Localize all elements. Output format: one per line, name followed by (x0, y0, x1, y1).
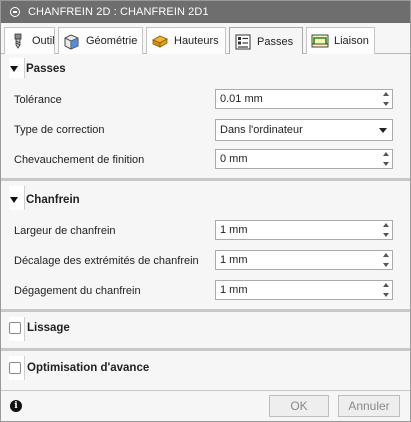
spin-up-icon[interactable] (382, 152, 389, 156)
chamfer-width-value: 1 mm (220, 224, 248, 236)
tab-liaison[interactable]: Liaison (306, 27, 375, 54)
overlap-label: Chevauchement de finition (14, 154, 145, 166)
ok-button[interactable]: OK (269, 395, 329, 417)
tip-offset-input[interactable]: 1 mm (215, 250, 393, 270)
tolerance-input[interactable]: 0.01 mm (215, 89, 393, 109)
tip-offset-value: 1 mm (220, 254, 248, 266)
feed-optimization-checkbox[interactable] (9, 362, 21, 374)
overlap-value: 0 mm (220, 153, 248, 165)
group-chamfer-header[interactable]: Chanfrein (9, 194, 80, 206)
linking-icon (311, 32, 329, 50)
tab-passes[interactable]: Passes (229, 27, 303, 55)
tab-hauteurs[interactable]: Hauteurs (146, 27, 226, 54)
group-title: Optimisation d'avance (27, 362, 150, 374)
correction-value: Dans l'ordinateur (220, 124, 303, 136)
tab-geometrie[interactable]: Géométrie (58, 27, 143, 54)
tab-label: Passes (257, 35, 294, 48)
info-icon[interactable]: i (10, 400, 22, 412)
spin-down-icon[interactable] (382, 162, 389, 166)
chamfer-width-label: Largeur de chanfrein (14, 225, 116, 237)
clearance-value: 1 mm (220, 284, 248, 296)
spin-down-icon[interactable] (382, 293, 389, 297)
tolerance-label: Tolérance (14, 94, 62, 106)
tolerance-spinner[interactable] (380, 90, 391, 108)
tab-label: Hauteurs (174, 35, 219, 47)
tab-label: Liaison (334, 35, 369, 47)
cancel-button[interactable]: Annuler (338, 395, 400, 417)
overlap-input[interactable]: 0 mm (215, 149, 393, 169)
dialog-title: CHANFREIN 2D : CHANFREIN 2D1 (28, 6, 209, 18)
clearance-input[interactable]: 1 mm (215, 280, 393, 300)
group-passes-header[interactable]: Passes (9, 63, 66, 75)
dropdown-arrow-icon[interactable] (379, 127, 387, 133)
chamfer-width-input[interactable]: 1 mm (215, 220, 393, 240)
spin-up-icon[interactable] (382, 253, 389, 257)
chamfer-width-spinner[interactable] (380, 221, 391, 239)
collapse-triangle-icon[interactable] (10, 66, 18, 72)
tip-offset-label: Décalage des extrémités de chanfrein (14, 255, 199, 267)
dialog: CHANFREIN 2D : CHANFREIN 2D1 Outil Géomé… (0, 0, 411, 422)
clearance-spinner[interactable] (380, 281, 391, 299)
tolerance-value: 0.01 mm (220, 93, 263, 105)
group-smoothing-header[interactable]: Lissage (9, 322, 70, 334)
dialog-footer: i OK Annuler (1, 390, 410, 421)
spin-up-icon[interactable] (382, 223, 389, 227)
clearance-label: Dégagement du chanfrein (14, 285, 141, 297)
spin-up-icon[interactable] (382, 92, 389, 96)
section-divider (1, 178, 410, 181)
group-title: Lissage (27, 322, 70, 334)
smoothing-checkbox[interactable] (9, 322, 21, 334)
tab-outil[interactable]: Outil (4, 27, 55, 54)
passes-icon (234, 33, 252, 51)
tool-icon (9, 32, 27, 50)
content-panel: Passes Tolérance 0.01 mm Type de correct… (1, 54, 410, 384)
collapse-triangle-icon[interactable] (10, 197, 18, 203)
geometry-icon (63, 32, 81, 50)
spin-down-icon[interactable] (382, 233, 389, 237)
correction-select[interactable]: Dans l'ordinateur (215, 119, 393, 141)
section-divider (1, 348, 410, 351)
tab-label: Outil (32, 35, 55, 47)
tip-offset-spinner[interactable] (380, 251, 391, 269)
title-bar[interactable]: CHANFREIN 2D : CHANFREIN 2D1 (1, 1, 410, 23)
tab-bar: Outil Géométrie Hauteurs Passes Liaison (1, 23, 410, 55)
overlap-spinner[interactable] (380, 150, 391, 168)
group-title: Chanfrein (26, 194, 80, 206)
section-divider (1, 309, 410, 312)
spin-down-icon[interactable] (382, 263, 389, 267)
spin-up-icon[interactable] (382, 283, 389, 287)
correction-label: Type de correction (14, 124, 105, 136)
tab-label: Géométrie (86, 35, 138, 47)
collapse-icon[interactable] (10, 7, 20, 17)
group-title: Passes (26, 63, 66, 75)
spin-down-icon[interactable] (382, 102, 389, 106)
group-feed-optimization-header[interactable]: Optimisation d'avance (9, 362, 149, 374)
heights-icon (151, 32, 169, 50)
